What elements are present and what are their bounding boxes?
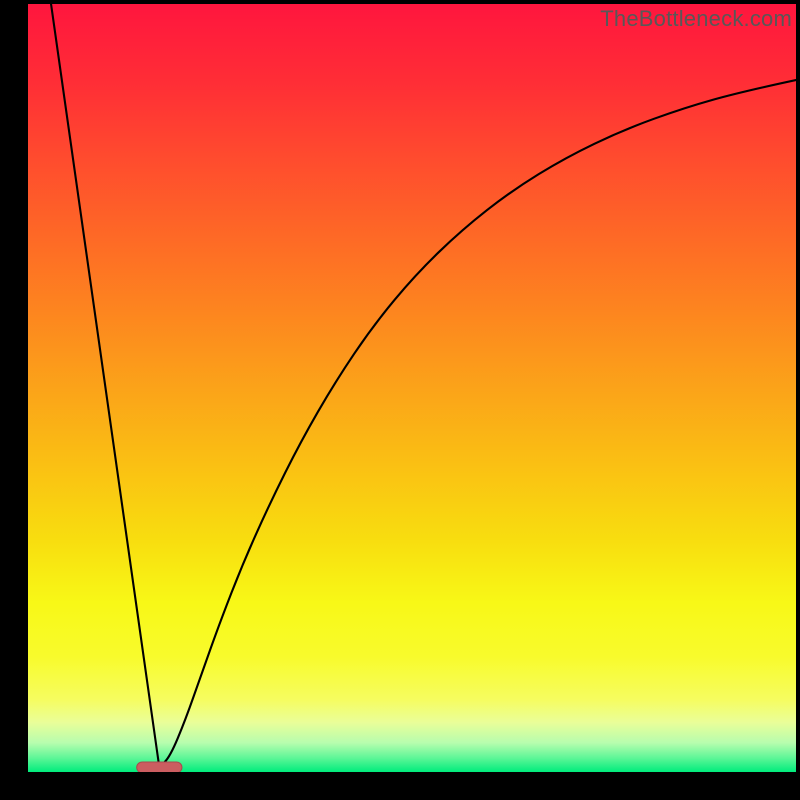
optimal-marker [137, 762, 182, 772]
plot-area [28, 4, 796, 772]
watermark-text: TheBottleneck.com [600, 6, 792, 32]
chart-container: TheBottleneck.com [0, 0, 800, 800]
chart-svg [28, 4, 796, 772]
